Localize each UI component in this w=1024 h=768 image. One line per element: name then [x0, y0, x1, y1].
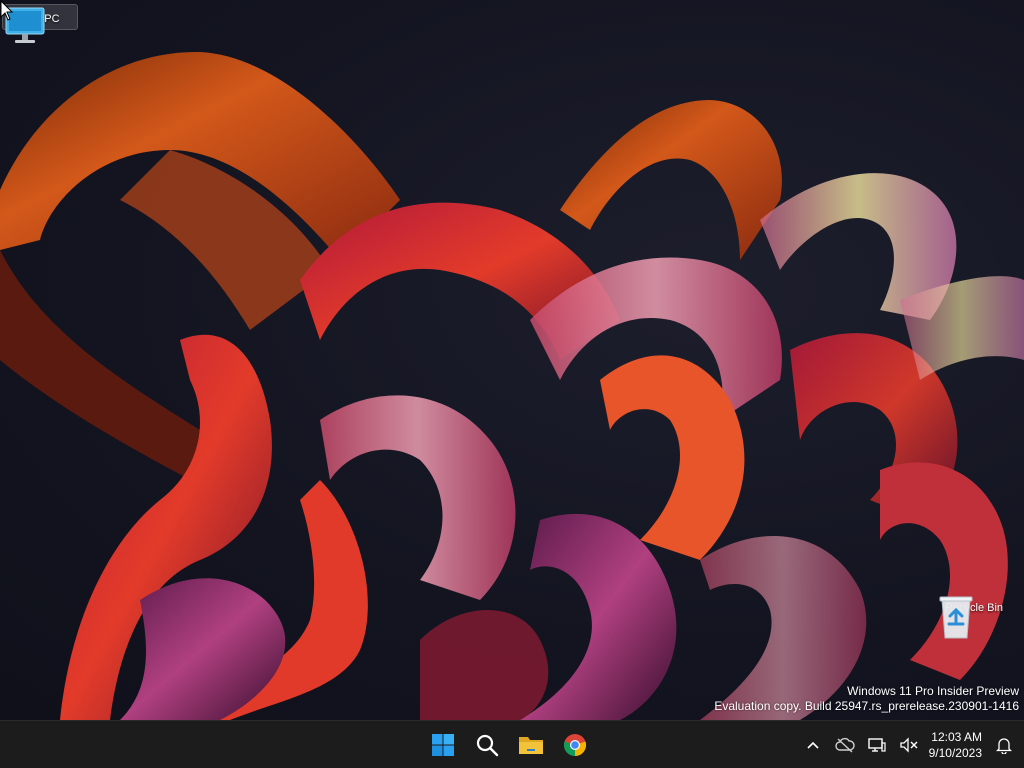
bell-icon: [996, 738, 1012, 754]
search-button[interactable]: [467, 725, 507, 765]
file-explorer-button[interactable]: [511, 725, 551, 765]
desktop-icon-recycle-bin[interactable]: Recycle Bin: [936, 594, 1012, 639]
clock-time: 12:03 AM: [931, 730, 982, 744]
clock-date: 9/10/2023: [928, 746, 982, 760]
desktop-wallpaper[interactable]: This PC Recycle Bin Windows 11 Pro Insid…: [0, 0, 1024, 720]
wallpaper-ribbons: [0, 51, 1024, 720]
volume-button[interactable]: [893, 725, 925, 765]
cloud-offline-icon: [834, 737, 855, 753]
onedrive-button[interactable]: [829, 725, 861, 765]
taskbar-clock[interactable]: 12:03 AM 9/10/2023: [925, 729, 990, 761]
watermark-line-edition: Windows 11 Pro Insider Preview: [847, 684, 1019, 698]
chevron-up-icon: [807, 741, 819, 749]
network-button[interactable]: [861, 725, 893, 765]
volume-muted-icon: [899, 737, 918, 753]
network-icon: [867, 738, 886, 752]
mouse-cursor-icon: [0, 0, 14, 21]
windows-evaluation-watermark: Windows 11 Pro Insider Preview Evaluatio…: [714, 684, 1019, 714]
folder-icon: [519, 737, 543, 754]
system-tray: 12:03 AM 9/10/2023: [797, 721, 1024, 768]
notifications-button[interactable]: [990, 725, 1018, 765]
recycle-bin-icon: [939, 596, 973, 639]
windows-start-icon: [432, 734, 454, 756]
watermark-line-build: Evaluation copy. Build 25947.rs_prerelea…: [714, 699, 1019, 713]
chrome-button[interactable]: [555, 725, 595, 765]
show-hidden-icons-button[interactable]: [797, 725, 829, 765]
taskbar: 12:03 AM 9/10/2023: [0, 720, 1024, 768]
taskbar-apps: [423, 725, 595, 765]
search-icon: [476, 734, 499, 757]
chrome-icon: [563, 734, 587, 757]
start-button[interactable]: [423, 725, 463, 765]
